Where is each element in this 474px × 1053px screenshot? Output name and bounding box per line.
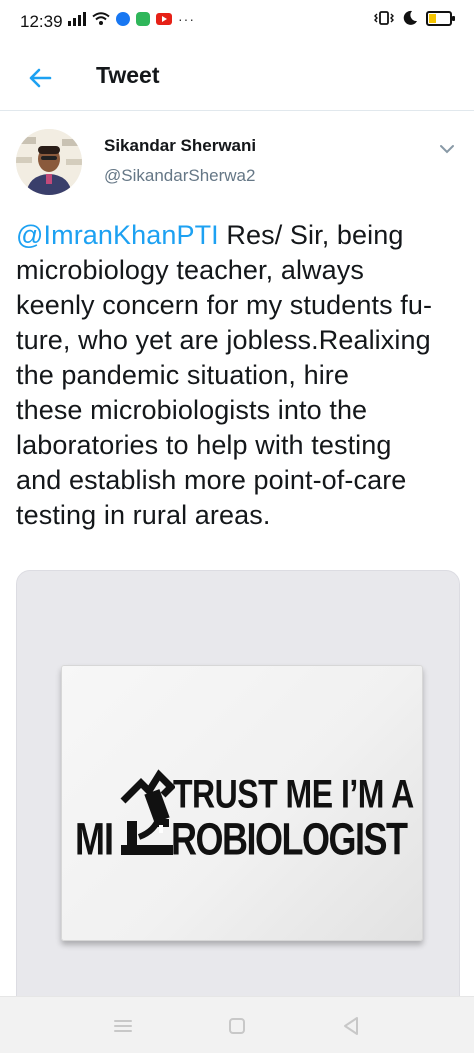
menu-icon[interactable] [110,1013,136,1039]
page-title: Tweet [96,62,160,88]
home-icon[interactable] [224,1013,250,1039]
battery-icon [426,10,455,26]
back-arrow-icon[interactable] [24,62,56,94]
magnet-image: TRUST ME I’M A MI ROBIOLOGIST [61,665,423,941]
vibrate-icon [374,11,394,25]
avatar[interactable] [16,129,82,195]
mention-link[interactable]: @ImranKhanPTI [16,220,219,250]
tweet-screen: 12:39 ··· Tweet Sikandar Sherwani @Sikan… [0,0,474,1053]
status-time: 12:39 [20,12,63,31]
tweet-media[interactable]: TRUST ME I’M A MI ROBIOLOGIST [16,570,460,1012]
chevron-down-icon[interactable] [438,140,456,158]
status-left-icons: ··· [68,11,195,27]
system-nav-bar [0,996,474,1053]
tweet-header: Tweet [0,44,474,111]
back-icon[interactable] [338,1013,364,1039]
more-notifications: ··· [178,11,195,27]
youtube-icon [156,13,172,25]
signal-icon [68,12,86,26]
author-name[interactable]: Sikandar Sherwani [104,136,256,156]
wifi-icon [92,12,110,25]
status-right-icons [374,10,455,26]
tweet-author: Sikandar Sherwani @SikandarSherwa2 [0,120,474,200]
image-text-line2: ROBIOLOGIST [171,813,408,865]
status-bar: 12:39 ··· [0,0,474,44]
image-text-prefix: MI [75,813,114,865]
author-handle[interactable]: @SikandarSherwa2 [104,166,255,186]
facebook-icon [116,12,130,26]
moon-icon [403,10,417,25]
image-text-line1: TRUST ME I’M A [173,771,414,816]
microscope-icon [120,769,175,855]
tweet-body: Res/ Sir, being microbiology teacher, al… [16,220,433,530]
message-icon [136,12,150,26]
tweet-text: @ImranKhanPTI Res/ Sir, being microbiolo… [16,218,462,533]
